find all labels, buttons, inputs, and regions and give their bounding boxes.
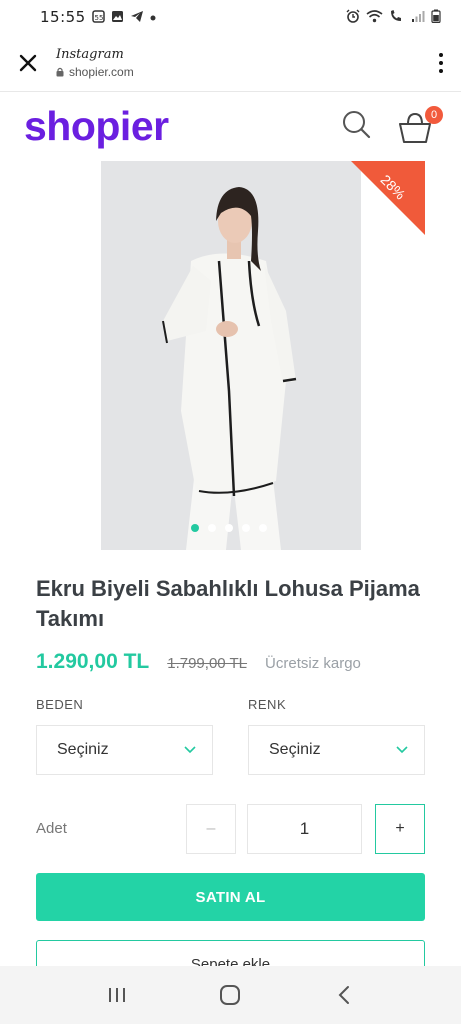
size-select-value: Seçiniz [57, 741, 109, 758]
price-row: 1.290,00 TL 1.799,00 TL Ücretsiz kargo [36, 650, 361, 674]
color-label: RENK [248, 697, 287, 712]
home-icon [220, 985, 241, 1005]
signal-icon [411, 10, 425, 25]
product-image[interactable] [101, 161, 361, 550]
old-price: 1.799,00 TL [167, 655, 248, 672]
home-button[interactable] [210, 975, 250, 1015]
header-actions: 0 [341, 106, 443, 146]
current-price: 1.290,00 TL [36, 650, 150, 673]
discount-ribbon: 28% [351, 161, 425, 235]
alarm-icon [346, 9, 360, 25]
site-header: shopier 0 [0, 92, 461, 160]
url-block: Instagram shopier.com [56, 47, 134, 79]
cart-button[interactable]: 0 [397, 106, 443, 146]
color-select-value: Seçiniz [269, 741, 321, 758]
kebab-dot [439, 68, 443, 73]
size-label: BEDEN [36, 697, 84, 712]
browser-title: Instagram [56, 46, 124, 62]
gallery-dot[interactable] [208, 524, 216, 532]
gallery-dot[interactable] [259, 524, 267, 532]
gallery-dot[interactable] [225, 524, 233, 532]
status-time: 15:55 [40, 8, 86, 26]
chevron-down-icon [396, 746, 408, 754]
kebab-dot [439, 60, 443, 65]
buy-now-button[interactable]: SATIN AL [36, 873, 425, 921]
dot-icon [150, 11, 156, 23]
cart-count-badge: 0 [425, 106, 443, 124]
status-right [346, 9, 441, 25]
call-icon [389, 9, 405, 25]
url-host-text: shopier.com [69, 64, 134, 79]
color-select[interactable]: Seçiniz [248, 725, 425, 775]
recent-apps-button[interactable] [97, 975, 137, 1015]
gallery-icon [111, 10, 124, 25]
close-button[interactable] [0, 34, 56, 92]
wifi-icon [366, 9, 383, 25]
in-app-browser-bar: Instagram shopier.com [0, 34, 461, 92]
quantity-decrease-button[interactable]: – [186, 804, 236, 854]
sim-icon: 55 [91, 9, 105, 25]
shipping-info: Ücretsiz kargo [265, 655, 361, 672]
back-button[interactable] [324, 975, 364, 1015]
telegram-icon [130, 10, 144, 25]
close-icon [19, 54, 37, 71]
lock-icon [56, 67, 64, 76]
size-select[interactable]: Seçiniz [36, 725, 213, 775]
quantity-input[interactable]: 1 [247, 804, 362, 854]
url-host: shopier.com [56, 65, 134, 79]
chevron-down-icon [184, 746, 196, 754]
gallery-dot[interactable] [242, 524, 250, 532]
gallery-dots [191, 524, 267, 532]
quantity-increase-button[interactable]: + [375, 804, 425, 854]
shopier-logo[interactable]: shopier [24, 103, 169, 150]
quantity-label: Adet [36, 820, 67, 837]
system-nav-bar [0, 966, 461, 1024]
search-icon[interactable] [341, 109, 371, 144]
back-icon [338, 986, 350, 1004]
battery-icon [431, 9, 441, 25]
status-left: 15:55 55 [40, 8, 156, 26]
kebab-dot [439, 52, 443, 57]
product-title: Ekru Biyeli Sabahlıklı Lohusa Pijama Tak… [36, 576, 420, 631]
status-bar: 15:55 55 [0, 0, 461, 34]
gallery-dot-active[interactable] [191, 524, 199, 532]
more-vertical-icon[interactable] [421, 34, 461, 92]
svg-text:55: 55 [94, 14, 103, 22]
recent-apps-icon [108, 988, 125, 1002]
